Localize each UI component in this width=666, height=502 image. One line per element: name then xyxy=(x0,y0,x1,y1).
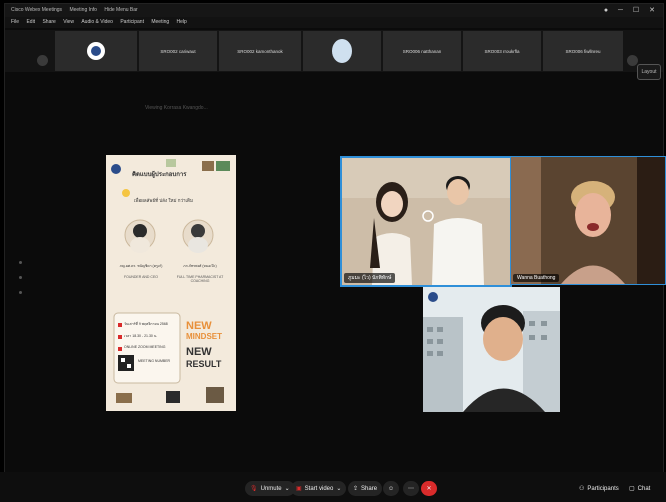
side-dot xyxy=(19,261,22,264)
menu-audio-video[interactable]: Audio & Video xyxy=(81,19,113,25)
headline-new-2: NEW xyxy=(186,346,212,358)
participant-tile[interactable]: SRO006 natthanan xyxy=(383,31,461,71)
poster-graphic xyxy=(111,159,230,403)
share-icon: ⇪ xyxy=(353,486,359,492)
participant-tile[interactable]: SRO006 fiwllnreu xyxy=(543,31,623,71)
chat-button[interactable]: ▢ Chat xyxy=(624,481,655,496)
strip-prev-button[interactable] xyxy=(37,55,48,66)
event-date: วันเสาร์ที่ 9 พฤศจิกายน 2568 xyxy=(124,322,168,326)
video-tile-active[interactable]: ภูมมะ (ไว) นักพิทักษ์ xyxy=(340,156,512,287)
start-video-button[interactable]: ▣ Start video ⌄ xyxy=(291,481,347,496)
poster-subtitle: เพื่อผลลัพธ์ที่ ปลัง ใหม่ กว่าเดิม xyxy=(134,198,193,203)
participants-button[interactable]: ⚇ Participants xyxy=(574,481,624,496)
menu-share[interactable]: Share xyxy=(42,19,55,25)
participant-tile-logo[interactable] xyxy=(55,31,137,71)
participant-name-label: ภูมมะ (ไว) นักพิทักษ์ xyxy=(344,273,396,283)
speaker-left: ภญ.ผศ.ดร. ชนัญชิดา (ครูเก๋) xyxy=(119,264,163,268)
start-video-label: Start video xyxy=(304,485,334,492)
window-controls[interactable]: ● ─ ☐ ✕ xyxy=(604,4,659,17)
mic-muted-icon: 🎙 xyxy=(250,486,258,492)
event-venue: ONLINE ZOOM MEETING xyxy=(124,345,166,349)
side-dot xyxy=(19,276,22,279)
headline-new: NEW xyxy=(186,320,212,332)
video-feed-woman xyxy=(511,157,665,284)
menu-help[interactable]: Help xyxy=(177,19,187,25)
participant-strip: SRO002 cariwaut SRO002 kamonthanok SRO00… xyxy=(5,30,663,80)
more-icon: ⋯ xyxy=(408,486,414,492)
share-label: Share xyxy=(361,485,378,492)
headline-mindset: MINDSET xyxy=(186,332,222,341)
meeting-toolbar: 🎙 Unmute ⌄ ▣ Start video ⌄ ⇪ Share ☺ ⋯ ✕… xyxy=(0,472,666,502)
share-button[interactable]: ⇪ Share xyxy=(348,481,383,496)
close-icon: ✕ xyxy=(426,486,432,492)
strip-next-button[interactable] xyxy=(627,55,638,66)
speaker-right: ภก.ภัทรพงศ์ (หมอเป๊ะ) xyxy=(183,264,217,268)
speaker-right-tagline: FULL TIME PHARMACIST AT COACHING xyxy=(176,275,224,283)
meeting-info-link[interactable]: Meeting Info xyxy=(69,7,97,13)
meeting-number-label: MEETING NUMBER xyxy=(138,359,171,363)
video-feed-man xyxy=(423,287,560,412)
viewing-caption: Viewing Korrasa Kwangdo... xyxy=(145,105,208,111)
menu-edit[interactable]: Edit xyxy=(26,19,35,25)
menu-bar: File Edit Share View Audio & Video Parti… xyxy=(5,17,663,28)
side-dot xyxy=(19,291,22,294)
headline-result: RESULT xyxy=(186,359,222,369)
chat-label: Chat xyxy=(637,485,651,492)
shared-poster: คิดแบบผู้ประกอบการ เพื่อผลลัพธ์ที่ ปลัง … xyxy=(106,155,236,411)
chat-icon: ▢ xyxy=(629,486,635,492)
participants-icon: ⚇ xyxy=(579,486,585,492)
avatar-icon xyxy=(332,39,352,63)
title-bar: Cisco Webex Meetings Meeting Info Hide M… xyxy=(5,4,663,17)
participant-tile[interactable]: SRO003 rroukrfla xyxy=(463,31,541,71)
hide-menu-bar-link[interactable]: Hide Menu Bar xyxy=(104,7,137,13)
video-tile[interactable] xyxy=(423,287,560,412)
menu-file[interactable]: File xyxy=(11,19,19,25)
video-tile[interactable]: Wanna Buathong xyxy=(510,156,666,285)
menu-view[interactable]: View xyxy=(63,19,74,25)
emoji-icon: ☺ xyxy=(387,485,395,492)
participant-tile-avatar[interactable] xyxy=(303,31,381,71)
reactions-button[interactable]: ☺ xyxy=(383,481,399,496)
unmute-button[interactable]: 🎙 Unmute ⌄ xyxy=(245,481,295,496)
app-title: Cisco Webex Meetings xyxy=(11,7,63,13)
event-time: เวลา 18.30 - 21.30 น. xyxy=(124,334,158,338)
leave-meeting-button[interactable]: ✕ xyxy=(421,481,437,496)
participants-label: Participants xyxy=(587,485,619,492)
poster-title: คิดแบบผู้ประกอบการ xyxy=(132,172,187,178)
participant-tile[interactable]: SRO002 cariwaut xyxy=(139,31,217,71)
participant-name-label: Wanna Buathong xyxy=(513,274,560,282)
university-logo-icon xyxy=(87,42,105,60)
speaker-left-tagline: FOUNDER AND CEO xyxy=(123,275,159,279)
more-button[interactable]: ⋯ xyxy=(403,481,419,496)
participant-tile[interactable]: SRO002 kamonthanok xyxy=(219,31,301,71)
layout-button[interactable]: Layout xyxy=(637,64,661,80)
chevron-down-icon: ⌄ xyxy=(336,486,342,492)
menu-participant[interactable]: Participant xyxy=(120,19,144,25)
unmute-label: Unmute xyxy=(260,485,282,492)
chevron-down-icon: ⌄ xyxy=(284,486,290,492)
video-feed-couple xyxy=(342,158,510,285)
video-off-icon: ▣ xyxy=(296,486,302,492)
menu-meeting[interactable]: Meeting xyxy=(151,19,169,25)
